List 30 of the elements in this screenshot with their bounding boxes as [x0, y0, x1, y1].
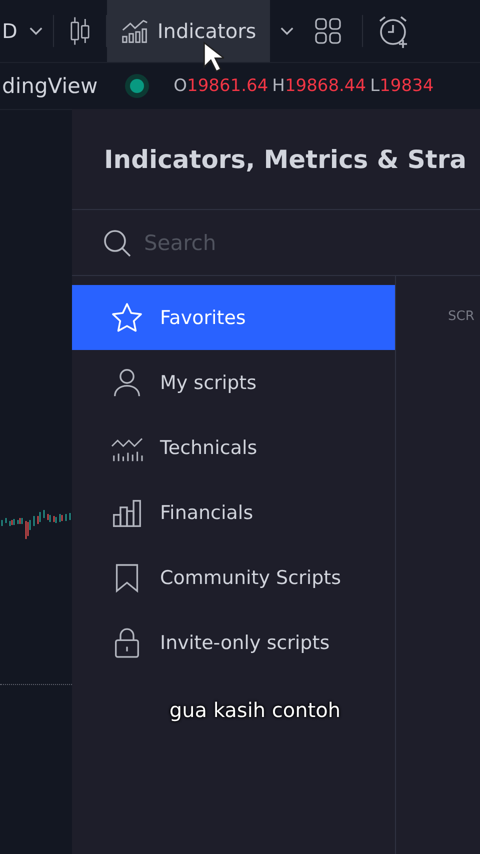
- candlestick-icon[interactable]: [68, 15, 92, 47]
- star-icon: [111, 302, 143, 334]
- symbol-name: dingView: [2, 74, 98, 98]
- indicators-button[interactable]: Indicators: [107, 0, 270, 62]
- sidebar-item[interactable]: Community Scripts: [72, 545, 395, 610]
- lock-icon: [114, 626, 140, 658]
- bookmark-icon: [114, 562, 140, 592]
- interval-button[interactable]: D: [0, 19, 20, 43]
- chevron-down-icon[interactable]: [29, 26, 44, 36]
- ohlc-value: 19868.44: [284, 76, 366, 96]
- indicators-icon: [121, 17, 150, 45]
- dialog-title: Indicators, Metrics & Stra: [72, 109, 480, 210]
- status-dot: [130, 79, 144, 93]
- ohlc-key: O: [174, 76, 188, 96]
- person-icon: [112, 368, 142, 398]
- section-heading: SCR: [448, 309, 474, 324]
- sidebar-item[interactable]: Invite-only scripts: [72, 610, 395, 675]
- sidebar-item[interactable]: Technicals: [72, 415, 395, 480]
- layout-grid-icon[interactable]: [314, 17, 342, 45]
- ohlc-key: L: [370, 76, 380, 96]
- sidebar-item[interactable]: My scripts: [72, 350, 395, 415]
- bar-chart-icon: [112, 498, 142, 528]
- sidebar-item[interactable]: Favorites: [72, 285, 395, 350]
- ohlc-key: H: [272, 76, 285, 96]
- video-subtitle: gua kasih contoh: [168, 698, 342, 722]
- chevron-down-icon[interactable]: [280, 26, 294, 36]
- sidebar-item[interactable]: Financials: [72, 480, 395, 545]
- ohlc-value: 19834: [380, 76, 434, 96]
- search-icon: [102, 228, 132, 258]
- ohlc-value: 19861.64: [187, 76, 268, 96]
